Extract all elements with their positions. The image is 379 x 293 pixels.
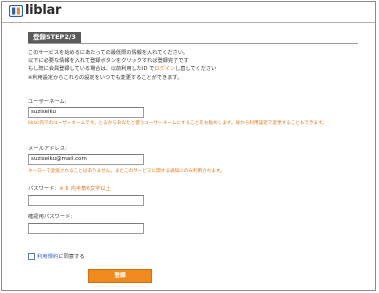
app-logo-text[interactable]: liblar [25,4,61,18]
intro-line-1: このサービスを始めるにあたっての最低限の情報を入れてください。 [28,50,189,56]
terms-suffix: に同意する [58,254,85,260]
password-confirm-input[interactable] [28,223,144,234]
step-badge: 登録STEP2/3 [28,32,81,43]
intro-text: このサービスを始めるにあたっての最低限の情報を入れてください。 以下に必要な情報… [28,49,358,82]
username-input[interactable]: suziseiku [28,107,144,118]
header: liblar [2,2,375,23]
username-note: liblar内でのユーザーネームです。とるからあなたと使うユーザーネームにするこ… [28,121,327,126]
terms-checkbox[interactable] [28,253,35,260]
register-button[interactable]: 登録 [88,269,152,283]
password-label-text: パスワード: [28,186,57,192]
terms-agreement: 利用規約に同意する [28,253,85,261]
login-link[interactable]: ログイン [154,66,175,72]
intro-line-2: 以下に必要な情報を入れて登録ボタンをクリックすれば登録完了です [28,58,189,65]
email-note: ホーローで変換されることはありません。またこのサービスに関する通知にのみ利用され… [28,169,225,174]
page-frame: liblar 登録STEP2/3 このサービスを始めるにあたっての最低限の情報を… [1,1,376,291]
password-hint: ※ 6 内半角6文字以上 [59,186,111,192]
password-confirm-label: 確認用パスワード: [28,214,73,220]
liblar-logo-icon [9,5,23,17]
username-label: ユーザーネーム: [28,99,67,105]
email-label: メールアドレス: [28,146,67,152]
terms-link[interactable]: 利用規約 [37,254,58,260]
intro-line-3-before: もし既に会員登録している場合は、以前利用したID で [28,66,155,73]
intro-line-3: もし既に会員登録している場合は、以前利用したID でログインし直してください [28,65,358,73]
step-divider [28,43,358,44]
intro-line-3-after: し直してください [175,66,217,73]
password-input[interactable] [28,195,144,206]
email-input[interactable]: suziseiku@mail.com [28,154,144,165]
password-label: パスワード: ※ 6 内半角6文字以上 [28,186,111,193]
intro-line-4: ※利用設定からこれらの設定をいつでも変更することができます。 [28,74,183,81]
